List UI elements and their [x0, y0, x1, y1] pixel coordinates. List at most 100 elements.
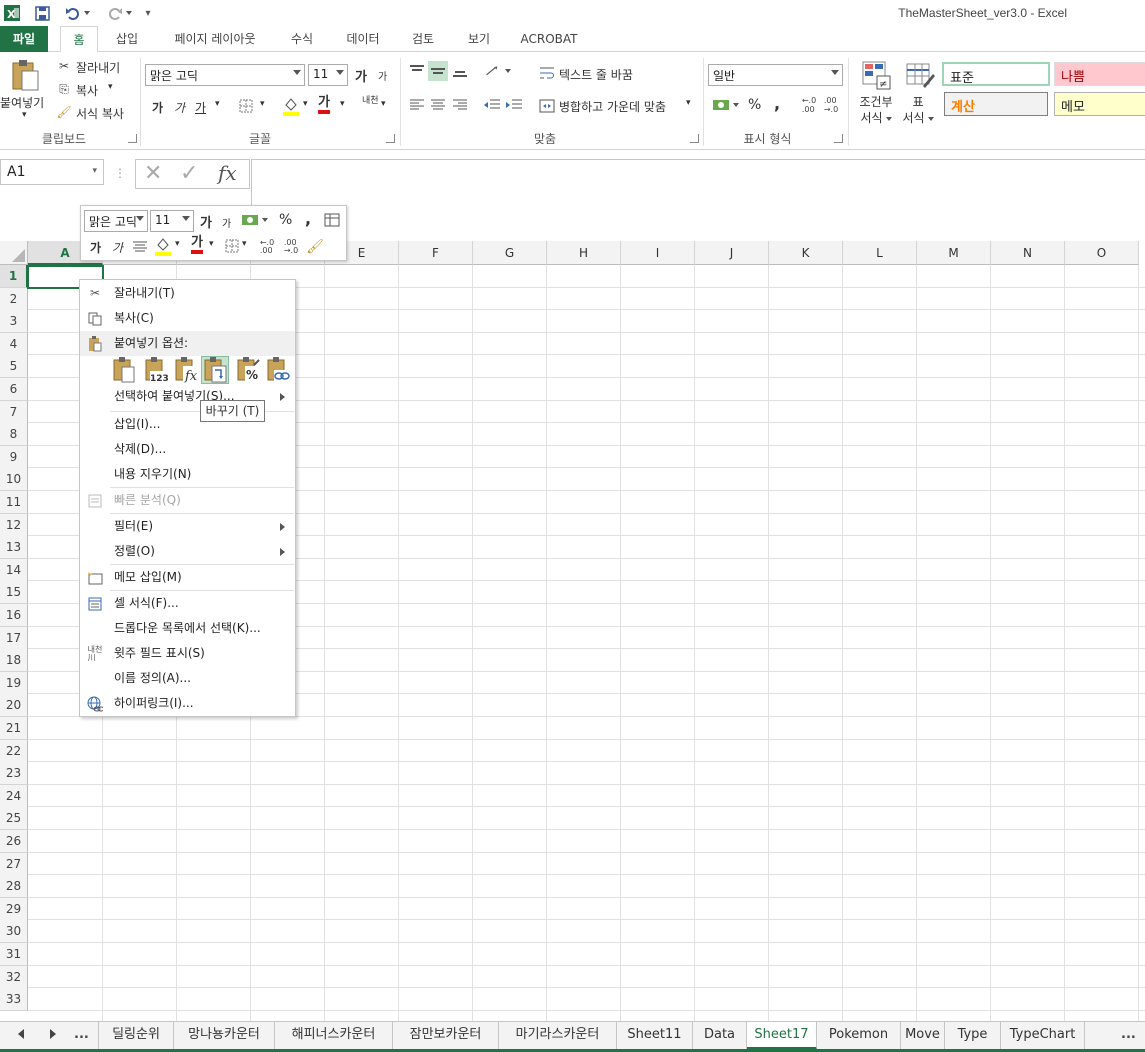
- enter-check-icon[interactable]: ✓: [180, 163, 202, 185]
- paste-dropdown-icon[interactable]: ▾: [22, 110, 27, 120]
- menu-hyperlink[interactable]: 하이퍼링크(I)...: [80, 691, 295, 716]
- row-header-5[interactable]: 5: [0, 355, 28, 379]
- row-header-22[interactable]: 22: [0, 739, 28, 763]
- paste-option-link-icon[interactable]: [264, 356, 292, 384]
- merge-center-button[interactable]: 병합하고 가운데 맞춤: [559, 98, 666, 115]
- row-header-26[interactable]: 26: [0, 830, 28, 853]
- menu-pick-from-list[interactable]: 드롭다운 목록에서 선택(K)...: [80, 616, 295, 641]
- sheet-tab-4[interactable]: 마기라스카운터: [499, 1022, 617, 1050]
- increase-indent-icon[interactable]: [505, 96, 523, 114]
- row-header-2[interactable]: 2: [0, 287, 28, 311]
- copy-button[interactable]: 복사: [76, 82, 98, 99]
- percent-style-button[interactable]: %: [748, 97, 761, 113]
- row-header-1[interactable]: 1: [0, 265, 28, 288]
- sheet-tab-8[interactable]: Pokemon: [817, 1022, 901, 1050]
- tab-acrobat[interactable]: ACROBAT: [512, 26, 586, 52]
- row-header-9[interactable]: 9: [0, 445, 28, 469]
- sheet-tab-9[interactable]: Move: [901, 1022, 945, 1050]
- underline-button[interactable]: 가: [195, 99, 206, 116]
- customize-qat-icon[interactable]: ▾: [142, 3, 154, 23]
- comma-style-button[interactable]: ,: [774, 94, 780, 113]
- tab-review[interactable]: 검토: [402, 26, 444, 52]
- style-bad[interactable]: 나쁨: [1054, 62, 1145, 86]
- mini-percent-button[interactable]: %: [279, 212, 292, 228]
- formula-input[interactable]: [251, 159, 1145, 233]
- tab-home[interactable]: 홈: [60, 26, 98, 53]
- tab-page-layout[interactable]: 페이지 레이아웃: [160, 26, 270, 52]
- row-header-21[interactable]: 21: [0, 717, 28, 740]
- shrink-font-button[interactable]: 가: [378, 68, 387, 83]
- number-launcher-icon[interactable]: [834, 134, 843, 143]
- merge-dropdown-icon[interactable]: ▾: [686, 98, 691, 108]
- font-size-combo[interactable]: 11: [308, 64, 348, 86]
- menu-cut[interactable]: ✂ 잘라내기(T): [80, 281, 295, 306]
- column-header-m[interactable]: M: [917, 241, 991, 265]
- row-header-24[interactable]: 24: [0, 784, 28, 808]
- mini-borders-icon[interactable]: [224, 238, 240, 254]
- row-header-28[interactable]: 28: [0, 875, 28, 899]
- more-tabs-left-button[interactable]: ...: [74, 1027, 89, 1042]
- sheet-tab-5[interactable]: Sheet11: [617, 1022, 693, 1050]
- tab-file[interactable]: 파일: [0, 26, 48, 52]
- row-header-18[interactable]: 18: [0, 649, 28, 673]
- menu-phonetic-field[interactable]: 내천 川 윗주 필드 표시(S): [80, 641, 295, 666]
- tab-formulas[interactable]: 수식: [282, 26, 322, 52]
- sheet-tab-1[interactable]: 망나뇽카운터: [174, 1022, 275, 1050]
- column-header-j[interactable]: J: [695, 241, 769, 265]
- menu-define-name[interactable]: 이름 정의(A)...: [80, 666, 295, 691]
- mini-fill-color-icon[interactable]: [154, 236, 172, 256]
- row-header-10[interactable]: 10: [0, 468, 28, 492]
- number-format-combo[interactable]: 일반: [708, 64, 843, 86]
- row-header-30[interactable]: 30: [0, 920, 28, 944]
- menu-copy[interactable]: 복사(C): [80, 306, 295, 331]
- accounting-format-icon[interactable]: [710, 96, 740, 114]
- mini-font-combo[interactable]: 맑은 고딕: [84, 210, 148, 232]
- align-left-icon[interactable]: [408, 96, 426, 114]
- paste-button[interactable]: 붙여넣기: [0, 94, 44, 111]
- align-center-icon[interactable]: [429, 96, 447, 114]
- align-right-icon[interactable]: [451, 96, 469, 114]
- mini-font-color-button[interactable]: 가: [191, 236, 203, 254]
- mini-accounting-icon[interactable]: [239, 211, 269, 229]
- cancel-entry-icon[interactable]: ✕: [144, 163, 166, 185]
- style-calculation[interactable]: 계산: [944, 92, 1048, 116]
- paste-option-transpose-icon[interactable]: [201, 356, 229, 384]
- column-header-f[interactable]: F: [399, 241, 473, 265]
- column-header-k[interactable]: K: [769, 241, 843, 265]
- row-header-15[interactable]: 15: [0, 581, 28, 605]
- menu-filter[interactable]: 필터(E): [80, 514, 295, 539]
- row-header-16[interactable]: 16: [0, 604, 28, 627]
- font-launcher-icon[interactable]: [386, 134, 395, 143]
- sheet-tab-3[interactable]: 잠만보카운터: [393, 1022, 499, 1050]
- row-header-6[interactable]: 6: [0, 378, 28, 401]
- borders-dropdown-icon[interactable]: ▾: [260, 99, 265, 109]
- row-header-11[interactable]: 11: [0, 491, 28, 514]
- clipboard-launcher-icon[interactable]: [128, 134, 137, 143]
- alignment-launcher-icon[interactable]: [690, 134, 699, 143]
- mini-fill-dropdown-icon[interactable]: ▾: [175, 239, 180, 249]
- tab-view[interactable]: 보기: [458, 26, 500, 52]
- sheet-tab-2[interactable]: 해피너스카운터: [275, 1022, 393, 1050]
- grow-font-button[interactable]: 가: [355, 66, 367, 85]
- align-bottom-icon[interactable]: [451, 62, 469, 80]
- insert-function-icon[interactable]: fx: [218, 161, 246, 187]
- sheet-tab-7[interactable]: Sheet17: [747, 1022, 817, 1050]
- format-as-table-button[interactable]: 표 서식: [898, 94, 938, 126]
- scroll-tabs-right-icon[interactable]: [50, 1029, 56, 1039]
- mini-size-combo[interactable]: 11: [150, 210, 194, 232]
- mini-borders-dropdown-icon[interactable]: ▾: [242, 239, 247, 249]
- sheet-tab-11[interactable]: TypeChart: [1001, 1022, 1085, 1050]
- bold-button[interactable]: 가: [152, 99, 163, 116]
- mini-align-center-icon[interactable]: [131, 238, 149, 256]
- row-header-7[interactable]: 7: [0, 400, 28, 424]
- sheet-tab-10[interactable]: Type: [945, 1022, 1001, 1050]
- menu-clear-contents[interactable]: 내용 지우기(N): [80, 462, 295, 487]
- format-painter-button[interactable]: 서식 복사: [76, 105, 124, 122]
- column-header-l[interactable]: L: [843, 241, 917, 265]
- mini-comma-button[interactable]: ,: [305, 209, 311, 228]
- paste-option-values-icon[interactable]: 123: [142, 356, 170, 384]
- style-normal[interactable]: 표준: [942, 62, 1050, 86]
- column-header-n[interactable]: N: [991, 241, 1065, 265]
- select-all-corner[interactable]: [0, 241, 28, 265]
- cut-button[interactable]: 잘라내기: [76, 59, 120, 76]
